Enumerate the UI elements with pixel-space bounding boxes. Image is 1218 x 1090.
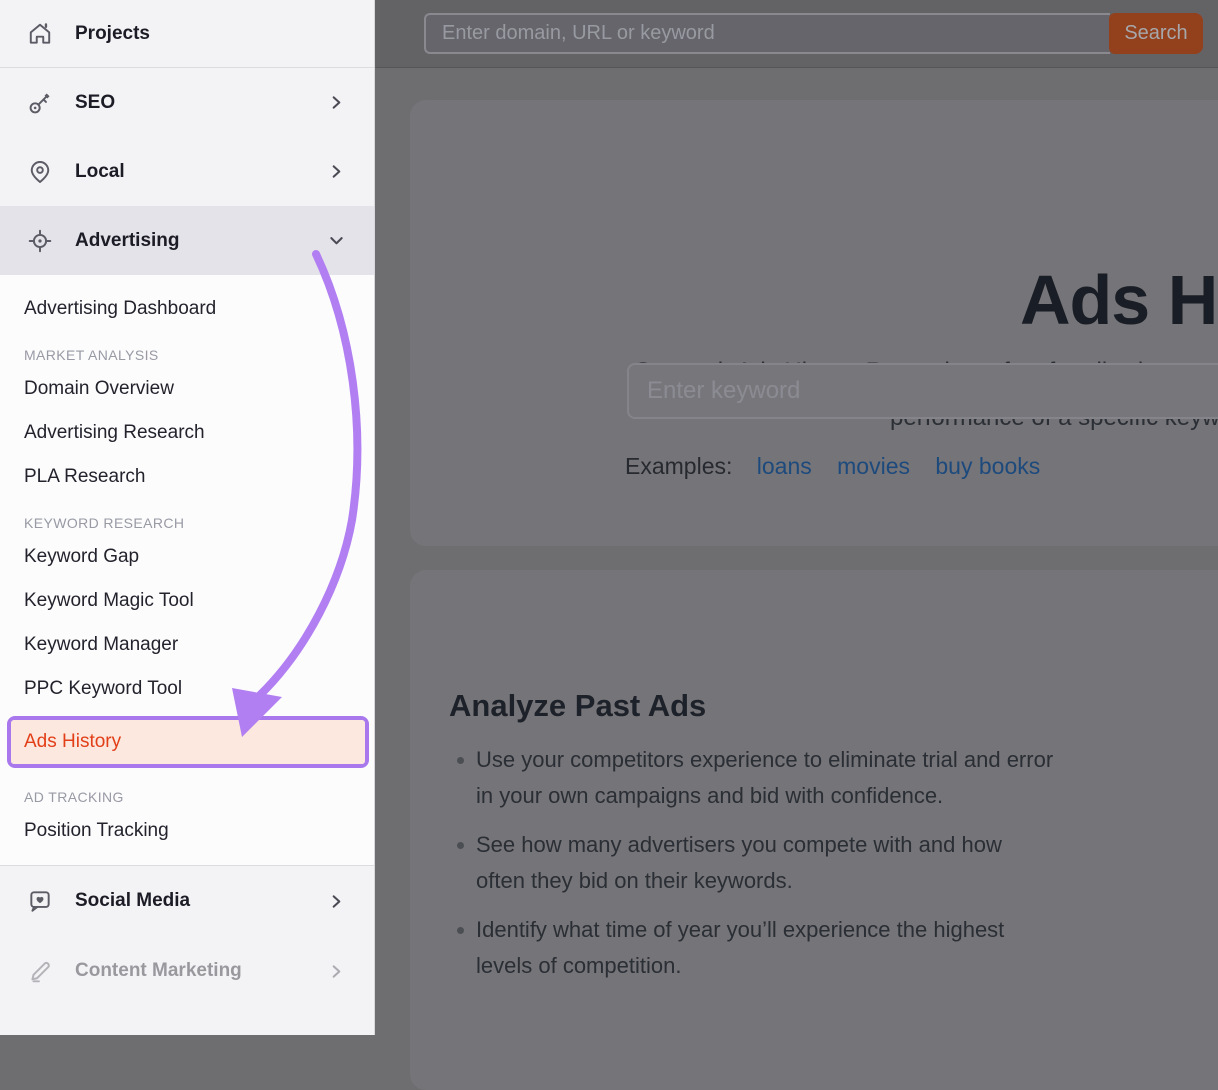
sidebar-item-advertising[interactable]: Advertising [0, 206, 374, 275]
submenu-item-domain-overview[interactable]: Domain Overview [0, 367, 374, 411]
submenu-item-advertising-research[interactable]: Advertising Research [0, 411, 374, 455]
submenu-item-ppc-keyword-tool[interactable]: PPC Keyword Tool [0, 667, 374, 711]
keyword-input[interactable] [627, 363, 1218, 419]
examples-row: Examples: loans movies buy books [625, 453, 1059, 480]
sidebar: Projects SEO Local [0, 0, 375, 1035]
sidebar-item-seo[interactable]: SEO [0, 68, 374, 137]
sidebar-item-social-media[interactable]: Social Media [0, 866, 374, 936]
chevron-right-icon [329, 894, 344, 909]
chevron-right-icon [329, 95, 344, 110]
example-link-loans[interactable]: loans [757, 453, 812, 479]
submenu-section-market-analysis: MARKET ANALYSIS [0, 331, 374, 367]
benefit-item: Identify what time of year you’ll experi… [455, 912, 1055, 984]
home-icon [26, 20, 54, 48]
chevron-down-icon [329, 233, 344, 248]
section-heading: Analyze Past Ads [449, 688, 706, 724]
analyze-past-ads-card: Analyze Past Ads Use your competitors ex… [410, 570, 1218, 1090]
chevron-right-icon [329, 164, 344, 179]
submenu-item-position-tracking[interactable]: Position Tracking [0, 809, 374, 853]
benefits-list: Use your competitors experience to elimi… [455, 742, 1055, 997]
chevron-right-icon [329, 964, 344, 979]
examples-label: Examples: [625, 453, 732, 479]
location-pin-icon [26, 158, 54, 186]
submenu-item-keyword-manager[interactable]: Keyword Manager [0, 623, 374, 667]
domain-search-input[interactable] [424, 13, 1110, 54]
social-media-icon [26, 887, 54, 915]
example-link-movies[interactable]: movies [837, 453, 910, 479]
page-title: Ads Histo [1020, 260, 1218, 340]
benefit-item: Use your competitors experience to elimi… [455, 742, 1055, 814]
main-content-dimmed: Search Ads Histo Semrush Ads History Rep… [375, 0, 1218, 1035]
submenu-item-pla-research[interactable]: PLA Research [0, 455, 374, 499]
top-search-bar: Search [375, 0, 1218, 68]
example-link-buy-books[interactable]: buy books [935, 453, 1040, 479]
sidebar-item-label: Local [75, 161, 329, 183]
pencil-icon [26, 957, 54, 985]
advertising-submenu: Advertising Dashboard MARKET ANALYSIS Do… [0, 275, 374, 865]
key-icon [26, 89, 54, 117]
submenu-item-ads-history[interactable]: Ads History [11, 720, 365, 764]
sidebar-bottom-section: Social Media Content Marketing [0, 865, 374, 1006]
submenu-section-keyword-research: KEYWORD RESEARCH [0, 499, 374, 535]
sidebar-item-label: Social Media [75, 890, 329, 912]
sidebar-item-projects[interactable]: Projects [0, 0, 374, 68]
sidebar-item-label: Content Marketing [75, 960, 329, 982]
search-button[interactable]: Search [1109, 13, 1203, 54]
benefit-item: See how many advertisers you compete wit… [455, 827, 1055, 899]
sidebar-item-content-marketing[interactable]: Content Marketing [0, 936, 374, 1006]
submenu-section-ad-tracking: AD TRACKING [0, 773, 374, 809]
target-icon [26, 227, 54, 255]
sidebar-item-label: Projects [75, 23, 374, 45]
annotation-highlight-box: Ads History [7, 716, 369, 768]
submenu-item-advertising-dashboard[interactable]: Advertising Dashboard [0, 287, 374, 331]
ads-history-hero-card: Ads Histo Semrush Ads History Report is … [410, 100, 1218, 546]
submenu-item-keyword-magic-tool[interactable]: Keyword Magic Tool [0, 579, 374, 623]
submenu-item-keyword-gap[interactable]: Keyword Gap [0, 535, 374, 579]
sidebar-item-label: SEO [75, 92, 329, 114]
sidebar-item-label: Advertising [75, 230, 329, 252]
sidebar-item-local[interactable]: Local [0, 137, 374, 206]
